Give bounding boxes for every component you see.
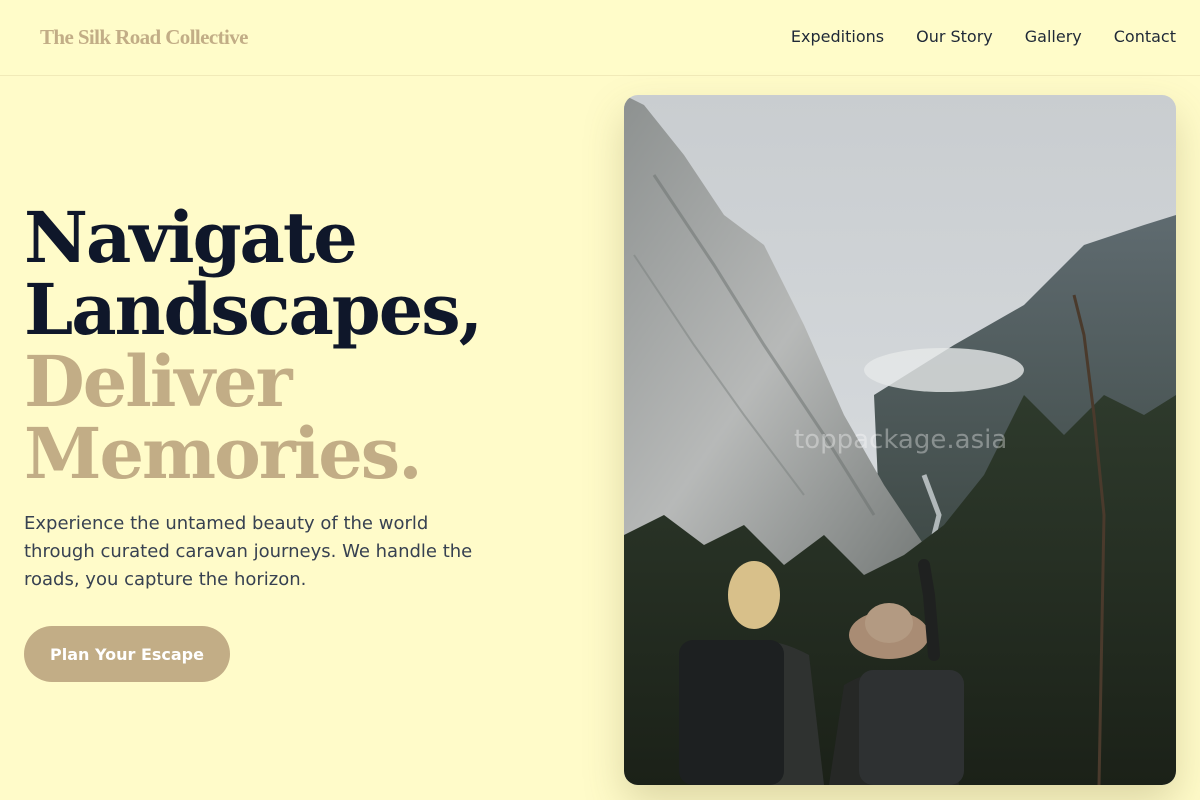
headline-line-1: Navigate [24, 196, 358, 279]
hero-headline: Navigate Landscapes, Deliver Memories. [24, 196, 483, 495]
brand-logo[interactable]: The Silk Road Collective [40, 25, 248, 50]
headline-line-2: Landscapes, [24, 268, 483, 351]
nav-item-expeditions[interactable]: Expeditions [791, 27, 884, 46]
nav-item-our-story[interactable]: Our Story [916, 27, 993, 46]
nav-item-gallery[interactable]: Gallery [1025, 27, 1082, 46]
hero-photo: toppackage.asia [624, 95, 1176, 785]
hero-subtitle: Experience the untamed beauty of the wor… [24, 513, 473, 590]
headline-line-4: Memories. [24, 412, 423, 495]
top-navbar: The Silk Road Collective Expeditions Our… [0, 0, 1200, 76]
photo-watermark: toppackage.asia [794, 425, 1008, 455]
plan-escape-button[interactable]: Plan Your Escape [24, 626, 230, 682]
headline-line-3: Deliver [24, 340, 293, 423]
nav-item-contact[interactable]: Contact [1114, 27, 1176, 46]
nav-links: Expeditions Our Story Gallery Contact [791, 27, 1176, 46]
